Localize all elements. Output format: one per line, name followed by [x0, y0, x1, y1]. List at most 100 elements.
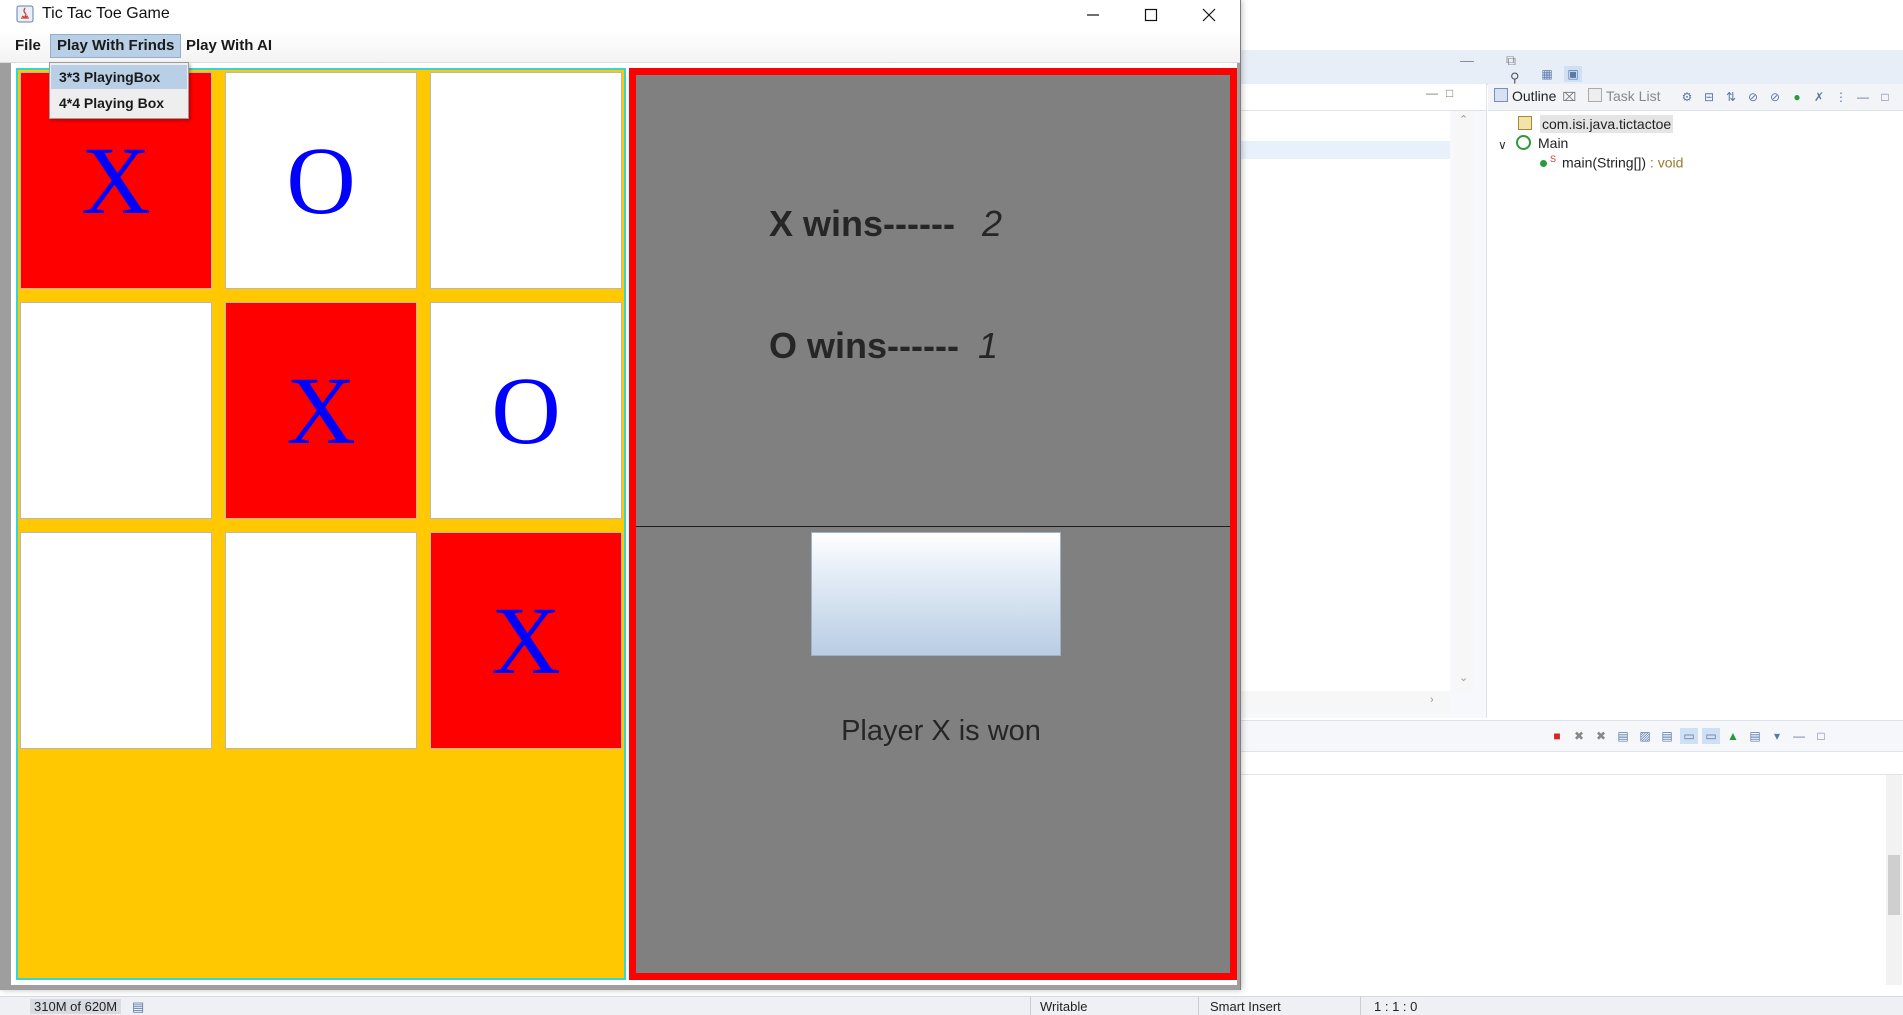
hide-static-icon[interactable]: ⊘ [1766, 89, 1784, 105]
console-minimize-icon[interactable]: — [1790, 728, 1808, 744]
scoreboard: X wins------ 2 O wins------ 1 [636, 75, 1230, 527]
menu-item-4x4-board[interactable]: 4*4 Playing Box [51, 91, 187, 115]
scroll-down-icon[interactable]: ⌄ [1459, 671, 1468, 684]
board-cell[interactable] [430, 72, 622, 289]
editor-maximize-icon[interactable]: □ [1446, 86, 1453, 100]
board-cell[interactable] [20, 532, 212, 749]
minimize-icon[interactable]: — [1854, 89, 1872, 105]
outline-package-row[interactable]: com.isi.java.tictactoe [1518, 115, 1674, 133]
minimize-icon [1087, 14, 1099, 16]
editor-vertical-scrollbar[interactable]: ⌃ ⌄ [1454, 111, 1474, 691]
scroll-right-icon[interactable]: › [1430, 694, 1434, 706]
maximize-icon[interactable]: □ [1876, 89, 1894, 105]
result-message: Player X is won [841, 715, 1041, 747]
class-icon [1516, 135, 1531, 150]
editor-header: — □ [1240, 84, 1486, 111]
menu-play-with-ai[interactable]: Play With AI [180, 35, 278, 57]
cell-mark: X [286, 356, 356, 464]
board-cell[interactable]: X [225, 302, 417, 519]
editor-horizontal-scrollbar[interactable]: › [1240, 692, 1450, 712]
java-app-icon [16, 5, 34, 23]
x-wins-count: 2 [982, 203, 1003, 244]
tab-task-list[interactable]: Task List [1588, 88, 1660, 104]
board-cell[interactable]: O [225, 72, 417, 289]
board-cell[interactable] [225, 532, 417, 749]
score-panel: X wins------ 2 O wins------ 1 Player X i… [629, 68, 1237, 980]
view-menu-icon[interactable]: ⋮ [1832, 89, 1850, 105]
editor-minimize-icon[interactable]: — [1426, 86, 1438, 100]
console-scroll-thumb[interactable] [1888, 855, 1900, 915]
garbage-collect-icon[interactable]: ▤ [132, 999, 144, 1015]
terminate-icon[interactable]: ■ [1548, 728, 1566, 744]
minimize-button[interactable] [1064, 0, 1122, 30]
open-console-icon[interactable]: ▾ [1768, 728, 1786, 744]
code-editor[interactable] [1240, 111, 1450, 691]
word-wrap-icon[interactable]: ▤ [1658, 728, 1676, 744]
java-perspective-icon[interactable]: ▣ [1564, 66, 1582, 82]
o-wins-label: O wins------ [769, 325, 959, 366]
console-view: ■ ✖ ✖ ▤ ▨ ▤ ▭ ▭ ▲ ▤ ▾ — □ [1240, 720, 1903, 991]
scroll-lock-icon[interactable]: ▨ [1636, 728, 1654, 744]
outline-class-row[interactable]: Main [1516, 135, 1568, 151]
remove-launch-icon[interactable]: ✖ [1570, 728, 1588, 744]
display-console-icon[interactable]: ▤ [1746, 728, 1764, 744]
pin-console-icon[interactable]: ▲ [1724, 728, 1742, 744]
public-method-icon [1540, 159, 1547, 167]
outline-toolbar: ⚙ ⊟ ⇅ ⊘ ⊘ ● ✗ ⋮ — □ [1678, 88, 1898, 106]
tic-tac-toe-window: Tic Tac Toe Game File Play With Frinds P… [0, 0, 1241, 990]
menu-play-with-friends[interactable]: Play With Frinds [50, 34, 182, 58]
ide-restore-icon[interactable]: ⧉ [1506, 52, 1516, 69]
current-line-highlight [1240, 141, 1450, 159]
status-cursor-position: 1 : 1 : 0 [1374, 999, 1418, 1014]
show-on-error-icon[interactable]: ▭ [1702, 728, 1720, 744]
status-writable: Writable [1040, 999, 1088, 1014]
close-button[interactable] [1180, 0, 1238, 30]
chevron-down-icon[interactable]: ∨ [1498, 138, 1507, 152]
outline-method-row[interactable]: Smain(String[]) : void [1540, 154, 1683, 171]
maximize-icon [1144, 8, 1158, 22]
sort-icon[interactable]: ⇅ [1722, 89, 1740, 105]
board-cell[interactable]: X [430, 532, 622, 749]
console-toolbar: ■ ✖ ✖ ▤ ▨ ▤ ▭ ▭ ▲ ▤ ▾ — □ [1240, 721, 1903, 752]
show-on-output-icon[interactable]: ▭ [1680, 728, 1698, 744]
title-bar[interactable]: Tic Tac Toe Game [0, 0, 1240, 30]
task-list-icon [1588, 88, 1602, 102]
collapse-all-icon[interactable]: ⊟ [1700, 89, 1718, 105]
cell-mark: X [491, 586, 561, 694]
result-area: Player X is won [636, 527, 1230, 973]
tab-outline[interactable]: Outline ⌧ [1494, 88, 1576, 104]
status-divider [1198, 997, 1199, 1015]
status-bar: 310M of 620M ▤ Writable Smart Insert 1 :… [0, 996, 1903, 1015]
clear-console-icon[interactable]: ▤ [1614, 728, 1632, 744]
console-scrollbar[interactable] [1886, 775, 1902, 985]
hide-fields-icon[interactable]: ⊘ [1744, 89, 1762, 105]
cell-mark: X [81, 126, 151, 234]
outline-icon [1494, 88, 1508, 102]
remove-all-icon[interactable]: ✖ [1592, 728, 1610, 744]
hide-nonpublic-icon[interactable]: ● [1788, 89, 1806, 105]
hide-local-types-icon[interactable]: ✗ [1810, 89, 1828, 105]
board-cell[interactable]: O [430, 302, 622, 519]
sync-icon[interactable]: ⚙ [1678, 89, 1696, 105]
maximize-button[interactable] [1122, 0, 1180, 30]
menu-file[interactable]: File [9, 35, 47, 57]
menu-item-3x3-board[interactable]: 3*3 PlayingBox [51, 65, 187, 89]
scroll-up-icon[interactable]: ⌃ [1459, 113, 1468, 126]
restart-button[interactable] [811, 532, 1061, 656]
close-icon[interactable]: ⌧ [1562, 90, 1576, 104]
cell-mark: O [491, 356, 561, 464]
status-divider [1030, 997, 1031, 1015]
perspective-icon[interactable]: ▦ [1538, 66, 1556, 82]
editor-area: — □ ⌃ ⌄ › [1240, 84, 1487, 718]
console-header [1240, 752, 1903, 775]
play-with-friends-dropdown: 3*3 PlayingBox 4*4 Playing Box [49, 62, 189, 119]
status-insert-mode: Smart Insert [1210, 999, 1281, 1014]
heap-status[interactable]: 310M of 620M [30, 999, 122, 1014]
static-badge-icon: S [1550, 154, 1557, 164]
ide-minimize-icon[interactable]: — [1460, 52, 1474, 68]
package-icon [1518, 116, 1532, 130]
game-board: X O X O X [16, 68, 626, 980]
outline-tab-strip: Outline ⌧ Task List ⚙ ⊟ ⇅ ⊘ ⊘ ● ✗ ⋮ — □ [1488, 84, 1903, 111]
board-cell[interactable] [20, 302, 212, 519]
console-maximize-icon[interactable]: □ [1812, 728, 1830, 744]
